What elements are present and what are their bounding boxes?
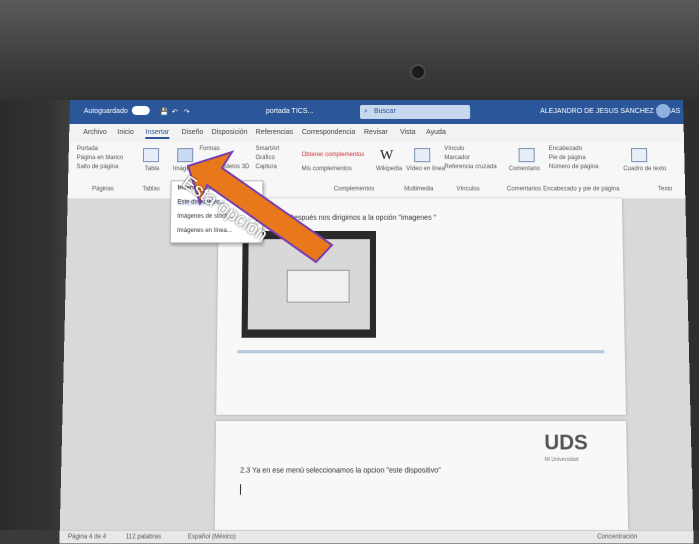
status-words: 112 palabras bbox=[125, 534, 162, 541]
statusbar: Página 4 de 4 112 palabras Español (Méxi… bbox=[59, 529, 694, 544]
focus-button[interactable]: Concentración bbox=[597, 534, 637, 540]
status-page: Página 4 de 4 bbox=[67, 534, 107, 541]
status-language: Español (México) bbox=[187, 534, 236, 541]
annotation-arrow bbox=[186, 150, 334, 264]
